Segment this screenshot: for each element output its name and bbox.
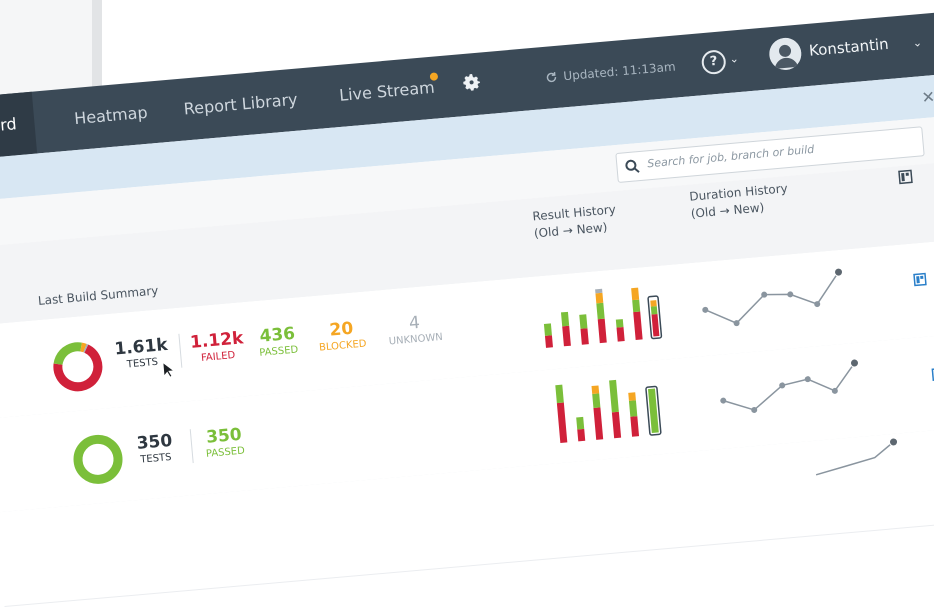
chevron-down-icon[interactable]: ⌄ [729,52,739,66]
search-placeholder: Search for job, branch or build [646,142,815,171]
refresh-icon [546,72,557,83]
stat-passed[interactable]: 350 PASSED [204,424,246,460]
close-icon[interactable]: ✕ [921,87,934,107]
avatar[interactable] [767,36,803,72]
result-history-bars [555,379,662,443]
divider [189,429,194,464]
gear-icon[interactable] [460,70,484,94]
column-header-last-build-summary[interactable]: Last Build Summary [37,283,159,307]
tab-dashboard[interactable]: oard [0,91,38,160]
result-history-bars [543,287,663,348]
build-details-icon[interactable] [913,272,927,287]
column-header-result-history[interactable]: Result History (Old → New) [532,201,618,242]
app-window: oard Heatmap Report Library Live Stream … [0,9,934,607]
mouse-cursor-icon [162,361,176,378]
divider [178,333,183,368]
duration-history-line [702,267,844,327]
stat-value: 350 [135,430,174,454]
search-icon [625,159,640,173]
stat-value: 436 [258,323,296,347]
stat-unknown[interactable]: 4 UNKNOWN [387,311,443,348]
columns-icon[interactable] [898,169,913,185]
duration-history-line [815,437,899,476]
stat-label: PASSED [205,445,246,460]
stat-value: 20 [328,318,355,341]
results-donut-chart [53,342,103,392]
live-indicator-dot [429,72,439,81]
tab-heatmap[interactable]: Heatmap [72,82,151,150]
stat-label: PASSED [258,344,299,359]
chevron-down-icon[interactable]: ⌄ [912,36,922,50]
stat-value: 350 [205,424,243,448]
stat-failed[interactable]: 1.12k FAILED [189,328,245,365]
stat-blocked[interactable]: 20 BLOCKED [317,318,367,354]
updated-timestamp: Updated: 11:13am [545,60,676,85]
tab-report-library[interactable]: Report Library [181,69,300,141]
stat-tests: 1.61k TESTS [114,335,170,372]
help-icon[interactable]: ? [700,49,727,76]
username[interactable]: Konstantin [808,35,889,60]
results-donut-chart [73,434,123,484]
stat-label: TESTS [139,451,172,466]
user-avatar-icon [769,37,802,70]
updated-text: Updated: 11:13am [562,59,677,84]
tab-live-stream[interactable]: Live Stream [337,57,438,127]
duration-history-line [720,358,860,413]
stat-passed[interactable]: 436 PASSED [257,324,299,359]
column-header-duration-history[interactable]: Duration History (Old → New) [689,180,790,222]
stat-tests: 350 TESTS [136,431,174,466]
